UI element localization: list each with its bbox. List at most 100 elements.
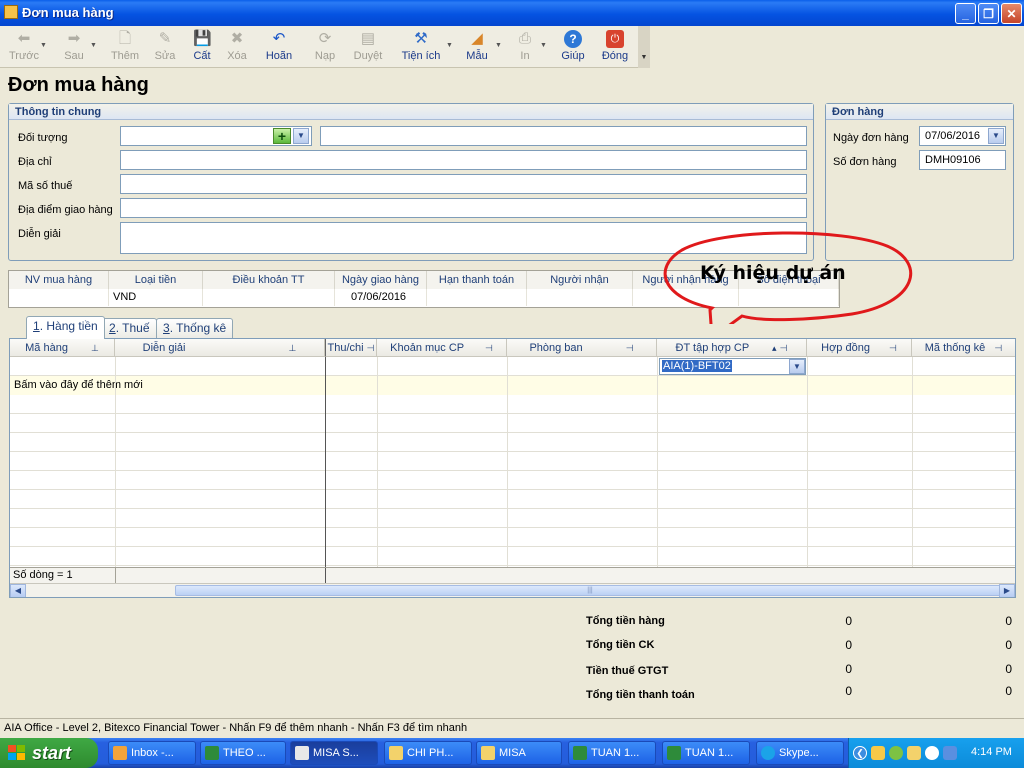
column-header[interactable]: Diễn giải ⊥: [115, 339, 325, 357]
close-button[interactable]: ✕: [1001, 3, 1022, 24]
toolbar-overflow-icon[interactable]: ▼: [638, 26, 650, 68]
column-header[interactable]: Phòng ban ⊣: [507, 339, 657, 357]
total-value: 0: [845, 614, 852, 628]
scroll-thumb[interactable]: |||: [175, 585, 1005, 596]
so-don-hang-label: Số đơn hàng: [833, 156, 897, 168]
column-header[interactable]: Mã hàng ⊥: [10, 339, 115, 357]
pin-icon[interactable]: ⊣: [485, 343, 493, 353]
delete-button[interactable]: ✖ Xóa: [222, 30, 252, 66]
date-dropdown-icon[interactable]: ▼: [988, 128, 1004, 144]
dieu-khoan-value[interactable]: [203, 289, 335, 306]
taskbar-item[interactable]: THEO ...: [200, 741, 286, 765]
reload-button[interactable]: ⟳ Nạp: [310, 30, 340, 66]
general-info-header: Thông tin chung: [9, 104, 813, 120]
total-value: 0: [845, 638, 852, 652]
print-button[interactable]: ⎙ In: [512, 30, 538, 66]
restore-button[interactable]: ❐: [978, 3, 999, 24]
sort-icon[interactable]: ▴: [772, 343, 777, 353]
horizontal-scrollbar[interactable]: ◀ ||| ▶: [10, 583, 1015, 597]
scroll-left-icon[interactable]: ◀: [10, 584, 26, 597]
pin-icon[interactable]: ⊣: [626, 343, 634, 353]
pin-icon[interactable]: ⊣: [367, 343, 375, 353]
column-header[interactable]: Mã thống kê ⊣: [912, 339, 1015, 357]
next-dropdown-icon[interactable]: ▼: [90, 42, 97, 49]
table-row[interactable]: [10, 471, 1015, 490]
minimize-button[interactable]: _: [955, 3, 976, 24]
column-header[interactable]: Khoản mục CP ⊣: [377, 339, 507, 357]
nv-mua-hang-value[interactable]: [9, 289, 109, 306]
edit-button[interactable]: ✎ Sửa: [150, 30, 180, 66]
dia-diem-field[interactable]: [120, 198, 807, 218]
chevron-down-icon[interactable]: ▼: [293, 128, 309, 144]
taskbar-item[interactable]: TUAN 1...: [568, 741, 656, 765]
taskbar-item[interactable]: CHI PH...: [384, 741, 472, 765]
column-header[interactable]: Thu/chi ⊣: [325, 339, 377, 357]
dia-chi-field[interactable]: [120, 150, 807, 170]
arrow-right-icon: ➡: [67, 30, 81, 47]
save-button[interactable]: 💾 Cất: [188, 30, 216, 66]
dien-giai-label: Diễn giải: [18, 228, 61, 240]
ma-so-thue-field[interactable]: [120, 174, 807, 194]
add-button[interactable]: 🗋 Thêm: [108, 30, 142, 66]
next-button[interactable]: ➡ Sau: [58, 30, 90, 66]
nguoi-nhan-value[interactable]: [527, 289, 633, 306]
info-header: NV mua hàng: [9, 271, 109, 289]
table-row[interactable]: [10, 414, 1015, 433]
table-row[interactable]: [10, 547, 1015, 566]
column-header[interactable]: ĐT tập hợp CP ▴ ⊣: [657, 339, 807, 357]
loai-tien-value[interactable]: VND: [109, 289, 203, 306]
table-row[interactable]: [10, 395, 1015, 414]
taskbar-item[interactable]: MISA: [476, 741, 562, 765]
taskbar-item[interactable]: Inbox -...: [108, 741, 196, 765]
han-thanh-toan-value[interactable]: [427, 289, 527, 306]
mail-icon[interactable]: [871, 746, 885, 760]
chevron-down-icon[interactable]: ▼: [789, 359, 805, 374]
template-dropdown-icon[interactable]: ▼: [495, 42, 502, 49]
taskbar-item[interactable]: Skype...: [756, 741, 844, 765]
tray-skype-icon[interactable]: [925, 746, 939, 760]
excel-icon: [667, 746, 681, 760]
scroll-right-icon[interactable]: ▶: [999, 584, 1015, 597]
prev-button[interactable]: ⬅ Trước: [8, 30, 40, 66]
network-icon[interactable]: [943, 746, 957, 760]
add-new-row[interactable]: Bấm vào đây để thêm mới: [10, 376, 1015, 395]
dt-tap-hop-cp-editor[interactable]: AIA(1)-BFT02 ▼: [659, 358, 806, 375]
pin-icon[interactable]: ⊣: [994, 343, 1002, 353]
ngay-giao-hang-value[interactable]: 07/06/2016: [335, 289, 427, 306]
column-header[interactable]: Hợp đồng ⊣: [807, 339, 912, 357]
undo-button[interactable]: ↶ Hoãn: [262, 30, 296, 66]
prev-dropdown-icon[interactable]: ▼: [40, 42, 47, 49]
taskbar-item[interactable]: MISA S...: [290, 741, 378, 765]
ngay-don-hang-label: Ngày đơn hàng: [833, 132, 909, 144]
table-row[interactable]: [10, 490, 1015, 509]
pin-icon[interactable]: ⊥: [91, 343, 99, 353]
tab-thong-ke[interactable]: 3. Thống kê: [156, 318, 234, 338]
approve-button[interactable]: ▤ Duyệt: [350, 30, 386, 66]
so-don-hang-field[interactable]: DMH09106: [919, 150, 1006, 170]
taskbar-item[interactable]: TUAN 1...: [662, 741, 750, 765]
tab-hang-tien[interactable]: 1. Hàng tiền: [26, 316, 105, 339]
tray-folder-icon[interactable]: [907, 746, 921, 760]
close-form-button[interactable]: ⏻ Đóng: [598, 30, 632, 66]
help-button[interactable]: ? Giúp: [558, 30, 588, 66]
utilities-dropdown-icon[interactable]: ▼: [446, 42, 453, 49]
table-row[interactable]: [10, 528, 1015, 547]
table-row[interactable]: [10, 433, 1015, 452]
table-row[interactable]: [10, 509, 1015, 528]
pin-icon[interactable]: ⊣: [780, 343, 788, 353]
info-header: Hạn thanh toán: [427, 271, 527, 289]
table-row[interactable]: [10, 452, 1015, 471]
tray-expand-icon[interactable]: ❮: [853, 746, 867, 760]
template-button[interactable]: ◢ Mẫu: [462, 30, 492, 66]
add-object-icon[interactable]: +: [273, 128, 291, 144]
tab-thue[interactable]: 2. Thuế: [102, 318, 157, 338]
table-row[interactable]: [10, 357, 1015, 376]
pin-icon[interactable]: ⊥: [289, 343, 297, 353]
print-dropdown-icon[interactable]: ▼: [540, 42, 547, 49]
info-header: Ngày giao hàng: [335, 271, 427, 289]
tray-app-icon[interactable]: [889, 746, 903, 760]
doi-tuong-name-field[interactable]: [320, 126, 807, 146]
utilities-button[interactable]: ⚒ Tiện ích: [398, 30, 444, 66]
start-button[interactable]: start: [0, 738, 98, 768]
pin-icon[interactable]: ⊣: [889, 343, 897, 353]
